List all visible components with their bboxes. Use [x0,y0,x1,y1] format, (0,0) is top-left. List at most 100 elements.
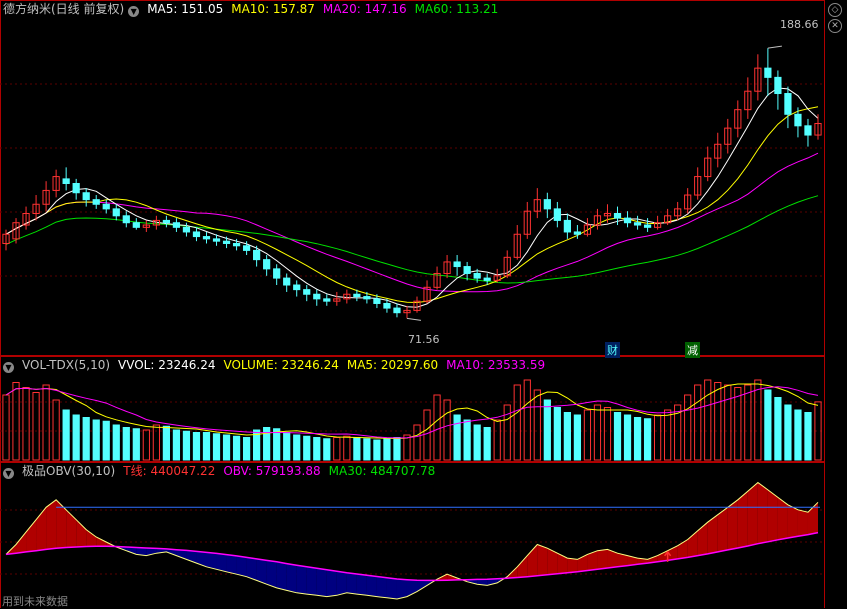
candle-body [172,222,181,228]
obv-fill [346,572,357,595]
candle-body [623,217,632,224]
volume-bar [623,414,632,461]
event-marker-cai[interactable]: 财 [605,342,620,358]
volume-bar [603,407,612,461]
volume-bar [714,382,722,461]
volume-bar [42,384,50,461]
volume-bar [423,409,431,461]
obv-fill [266,560,277,588]
obv-fill [797,509,808,537]
volume-bar [102,420,110,461]
volume-bar [232,435,241,461]
candle-body [273,268,281,279]
volume-bar [523,379,531,461]
volume-bar [613,412,622,461]
candle-body [222,240,231,244]
volume-bar [303,435,311,461]
volume-bar [583,409,592,461]
volume-bar [463,419,471,461]
candle-body [643,224,652,228]
candle-body [242,245,251,251]
obv-fill [366,575,377,597]
volume-bar [794,409,802,461]
candle-body [293,284,301,291]
candle-body [463,266,471,274]
volume-bar [343,435,351,461]
volume-bar [273,428,281,461]
candle-body [313,293,321,300]
obv-fill [557,553,568,574]
volume-bar [744,384,752,461]
candle-body [283,277,291,286]
volume-bar [242,437,251,461]
volume-bar [433,394,441,461]
volume-bar [804,412,812,461]
candle-body [633,222,642,226]
obv-fill [787,504,798,539]
obv-fill [697,522,708,556]
chart-canvas[interactable] [0,0,825,608]
candle-body [82,192,90,201]
obv-fill [286,563,297,593]
volume-bar [202,432,211,461]
obv-fill [336,571,347,596]
volume-bar [82,417,90,461]
volume-bar [333,437,341,461]
volume-bar [684,394,692,461]
obv-fill [747,482,758,546]
candle-body [122,215,130,224]
volume-bar [142,429,150,461]
volume-bar [513,384,521,461]
volume-bar [403,434,411,461]
volume-bar [152,424,160,461]
candle-body [182,226,191,233]
right-toolbar: ◇ ✕ [825,0,847,608]
candle-body [764,67,772,78]
volume-bar [593,404,602,461]
volume-bar [92,419,100,461]
volume-bar [22,387,30,461]
volume-bar [483,427,491,461]
candle-body [192,231,201,238]
ma10-line [5,106,819,304]
volume-bar [764,389,772,461]
event-marker-jian[interactable]: 减 [685,342,700,358]
close-icon[interactable]: ✕ [828,19,842,33]
volume-bar [393,437,401,461]
candle-body [263,259,271,270]
volume-bar [563,412,571,461]
candle-body [573,231,582,235]
high-marker-line [767,45,782,49]
volume-bar [32,392,40,461]
volume-bar [754,379,762,461]
candle-body [112,208,120,217]
obv-fill [356,573,367,596]
candle-body [363,296,371,300]
volume-bar [222,434,231,461]
candle-body [563,219,571,233]
candle-body [794,113,802,127]
volume-bar [443,399,451,461]
volume-bar [182,430,191,461]
high-price-label: 188.66 [780,18,819,31]
obv-fill [86,529,97,547]
obv-fill [567,558,578,573]
volume-bar [192,432,201,461]
volume-bar [473,424,481,461]
obv-fill [537,544,548,576]
obv-fill [276,561,287,591]
volume-bar [643,418,652,461]
volume-bar [313,437,321,461]
low-marker-line [406,317,422,321]
volume-bar [573,414,582,461]
volume-bar [633,417,642,461]
volume-bar [373,439,381,461]
volume-bar [453,414,461,461]
candle-body [202,236,211,240]
volume-bar [162,425,171,461]
volume-bar [704,379,712,461]
candle-body [784,93,792,115]
ma5-line [5,87,819,308]
up-arrow-icon[interactable]: ◇ [828,3,842,17]
volume-bar [383,438,391,461]
